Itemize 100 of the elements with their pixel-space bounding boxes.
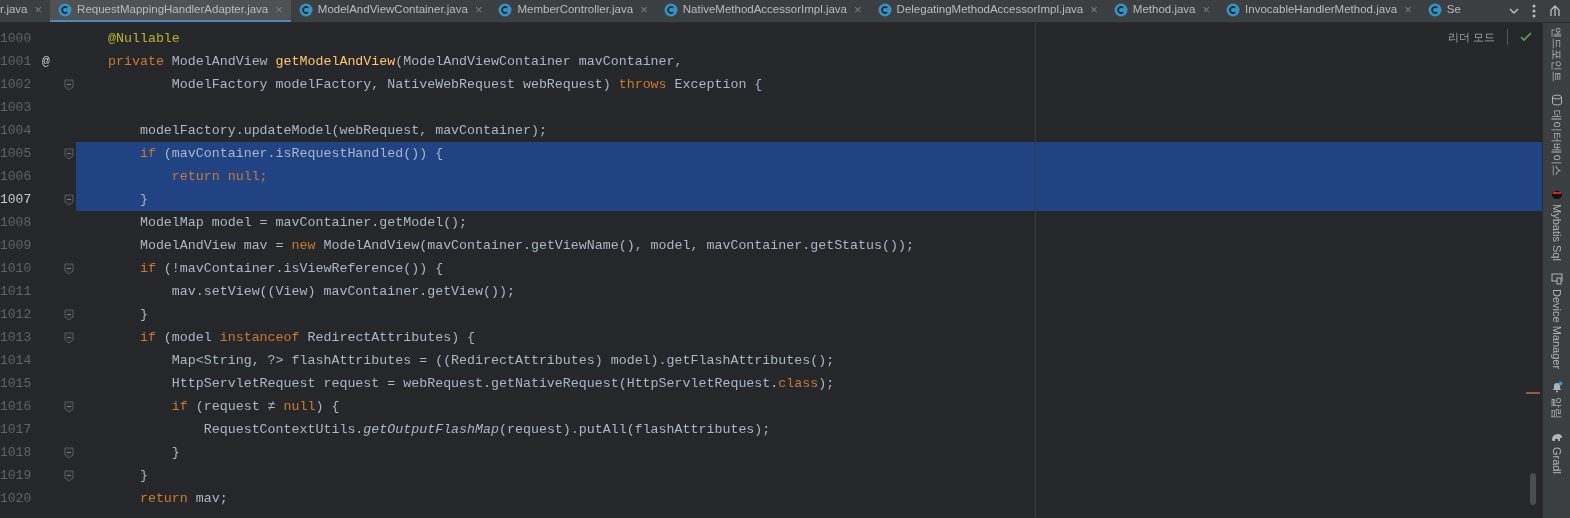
line-number: 1006: [0, 167, 30, 186]
class-icon: [58, 3, 73, 17]
fold-icon[interactable]: [64, 446, 74, 459]
fold-icon[interactable]: [64, 469, 74, 482]
editor-tab[interactable]: NativeMethodAccessorImpl.java ×: [655, 0, 870, 22]
override-marker[interactable]: @: [42, 51, 50, 72]
close-icon[interactable]: ×: [1202, 0, 1211, 20]
tool-window-button[interactable]: 알림: [1550, 396, 1563, 419]
code-line: private ModelAndView getModelAndView(ModelAndViewContainer mavContainer,: [108, 52, 683, 71]
line-number: 1005: [0, 144, 30, 163]
fold-icon[interactable]: [64, 78, 74, 91]
code-line: RequestContextUtils.getOutputFlashMap(request).putAll(flashAttributes);: [202, 420, 771, 439]
line-number: 1000: [0, 29, 30, 48]
close-icon[interactable]: ×: [474, 0, 483, 20]
bell-icon: [1550, 380, 1563, 393]
code-line: if (!mavContainer.isViewReference()) {: [138, 259, 444, 278]
editor-tab[interactable]: ModelAndViewContainer.java ×: [290, 0, 491, 22]
code-line: if (request ≠ null) {: [170, 397, 340, 416]
tool-window-button[interactable]: Device Manager: [1550, 288, 1563, 369]
line-number: 1007: [0, 190, 30, 209]
tab-label: Method.java: [1132, 2, 1196, 18]
code-line: ModelAndView mav = new ModelAndView(mavContainer.getViewName(), model, mavContainer.getStatus());: [138, 236, 914, 255]
line-number: 1016: [0, 397, 30, 416]
code-line: ModelFactory modelFactory, NativeWebRequest webRequest) throws Exception {: [170, 75, 763, 94]
tool-window-button[interactable]: 데이터베이스: [1550, 110, 1563, 176]
class-icon: [298, 3, 313, 17]
line-number: 1013: [0, 328, 30, 347]
fold-icon[interactable]: [64, 147, 74, 160]
close-icon[interactable]: ×: [854, 0, 862, 20]
reader-mode-label[interactable]: 리더 모드: [1447, 29, 1495, 46]
tab-label: Se: [1446, 2, 1461, 18]
line-number: 1011: [0, 282, 30, 301]
code-line: }: [138, 190, 148, 209]
line-number: 1002: [0, 75, 30, 94]
scrollbar-thumb[interactable]: [1530, 473, 1536, 505]
chevron-down-icon[interactable]: [1508, 5, 1520, 17]
editor-tab[interactable]: InvocableHandlerMethod.java ×: [1218, 0, 1420, 22]
editor-tab[interactable]: MemberController.java ×: [490, 0, 656, 22]
code-line: if (mavContainer.isRequestHandled()) {: [138, 144, 444, 163]
database-icon: [1550, 94, 1563, 106]
tab-label: InvocableHandlerMethod.java: [1245, 2, 1398, 18]
code-line: Map<String, ?> flashAttributes = ((RedirectAttributes) model).getFlashAttributes();: [170, 351, 835, 370]
code-line: HttpServletRequest request = webRequest.getNativeRequest(HttpServletRequest.class);: [170, 374, 835, 393]
line-number: 1014: [0, 351, 30, 370]
class-icon: [1427, 3, 1442, 17]
close-icon[interactable]: ×: [640, 0, 648, 20]
close-icon[interactable]: ×: [1090, 0, 1098, 20]
line-number: 1019: [0, 466, 30, 485]
close-icon[interactable]: ×: [34, 0, 43, 20]
device-icon: [1550, 272, 1563, 285]
code-line: @Nullable: [108, 29, 180, 48]
check-icon: [1520, 32, 1532, 43]
line-number: 1018: [0, 443, 30, 462]
tab-label: DelegatingMethodAccessorImpl.java: [896, 2, 1084, 18]
tool-window-button[interactable]: Mybatis Sql: [1550, 204, 1563, 261]
line-number: 1001: [0, 52, 30, 71]
code-line: }: [138, 305, 148, 324]
class-icon: [1226, 3, 1241, 17]
line-number: 1015: [0, 374, 30, 393]
line-number: 1010: [0, 259, 30, 278]
editor-tab[interactable]: Method.java ×: [1105, 0, 1219, 22]
code-line: }: [170, 443, 180, 462]
code-line: return mav;: [138, 489, 228, 508]
tab-label: MemberController.java: [517, 2, 634, 18]
editor-tab[interactable]: RequestMappingHandlerAdapter.java ×: [50, 0, 291, 22]
tab-label: NativeMethodAccessorImpl.java: [682, 2, 847, 18]
class-icon: [877, 3, 892, 17]
fold-icon[interactable]: [64, 331, 74, 344]
editor-tab[interactable]: DelegatingMethodAccessorImpl.java ×: [869, 0, 1106, 22]
fold-icon[interactable]: [64, 262, 74, 275]
fold-icon[interactable]: [64, 193, 74, 206]
class-icon: [498, 3, 513, 17]
tab-label: RequestMappingHandlerAdapter.java: [77, 2, 269, 18]
fold-icon[interactable]: [64, 308, 74, 321]
editor-tab[interactable]: r.java ×: [0, 0, 51, 22]
line-number: 1012: [0, 305, 30, 324]
line-number: 1003: [0, 98, 30, 117]
code-line: return null;: [170, 167, 268, 186]
close-icon[interactable]: ×: [1404, 0, 1412, 20]
class-icon: [663, 3, 678, 17]
bird-icon: [1550, 188, 1563, 200]
editor-tab[interactable]: Se: [1419, 0, 1469, 22]
error-stripe-mark: [1526, 392, 1540, 394]
line-number: 1020: [0, 489, 30, 508]
code-line: ModelMap model = mavContainer.getModel();: [138, 213, 468, 232]
tool-window-button[interactable]: Gradl: [1550, 446, 1563, 474]
line-number: 1004: [0, 121, 30, 140]
code-line: if (model instanceof RedirectAttributes) {: [138, 328, 476, 347]
code-line: mav.setView((View) mavContainer.getView());: [170, 282, 515, 301]
tab-label: r.java: [0, 2, 28, 18]
class-icon: [1113, 3, 1128, 17]
tab-label: ModelAndViewContainer.java: [317, 2, 468, 18]
branch-icon[interactable]: [1548, 4, 1562, 18]
line-number: 1017: [0, 420, 30, 439]
line-number: 1008: [0, 213, 30, 232]
fold-icon[interactable]: [64, 400, 74, 413]
code-line: }: [138, 466, 148, 485]
line-number: 1009: [0, 236, 30, 255]
more-icon[interactable]: [1532, 4, 1536, 18]
tool-window-button[interactable]: 엔드포인트: [1550, 27, 1563, 82]
